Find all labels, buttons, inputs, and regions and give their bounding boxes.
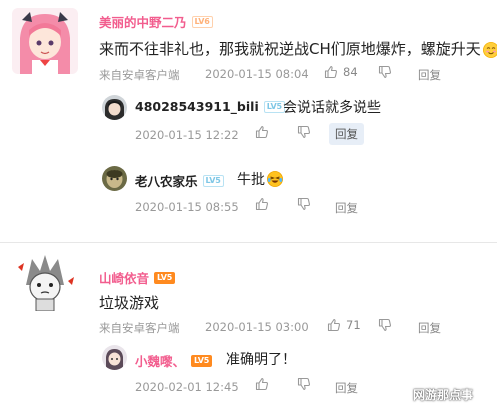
thumb-down-icon (297, 197, 310, 211)
reply-text: 会说话就多说些 (283, 100, 381, 116)
comment-datetime: 2020-01-15 08:04 (205, 67, 309, 81)
level-badge: LV6 (191, 15, 213, 28)
reply-username[interactable]: 48028543911_bili (135, 99, 259, 114)
dislike-button[interactable] (378, 318, 392, 335)
level-badge: LV5 (191, 354, 213, 367)
laugh-cry-emoji-icon (267, 171, 283, 187)
dislike-button[interactable] (297, 197, 311, 214)
comment-text: 来而不往非礼也，那我就祝逆战CH们原地爆炸，螺旋升天 (99, 38, 497, 59)
avatar[interactable] (12, 8, 78, 74)
smile-emoji-icon (482, 41, 497, 58)
reply-button[interactable]: 回复 (335, 200, 358, 216)
avatar[interactable] (12, 245, 78, 311)
thumb-up-icon (324, 65, 337, 79)
like-button[interactable] (255, 377, 269, 394)
avatar[interactable] (102, 166, 127, 191)
level-badge: LV5 (154, 271, 176, 284)
comment-source: 来自安卓客户端 (99, 68, 180, 82)
reply-button[interactable]: 回复 (418, 320, 441, 336)
thumb-down-icon (378, 318, 391, 332)
reply-datetime: 2020-02-01 12:45 (135, 380, 239, 394)
thumb-up-icon (255, 125, 268, 139)
avatar[interactable] (102, 95, 127, 120)
reply-button[interactable]: 回复 (335, 380, 358, 396)
comment-divider (0, 242, 497, 243)
reply-username[interactable]: 小魏嚟、 (135, 351, 185, 370)
reply-button[interactable]: 回复 (418, 67, 441, 83)
thumb-up-icon (255, 377, 268, 391)
like-button[interactable]: 71 (327, 318, 361, 332)
thumb-down-icon (297, 377, 310, 391)
like-button[interactable]: 84 (324, 65, 358, 79)
thumb-down-icon (378, 65, 391, 79)
comment-text-content: 来而不往非礼也，那我就祝逆战CH们原地爆炸，螺旋升天 (99, 40, 481, 58)
like-count: 71 (346, 318, 361, 332)
thumb-up-icon (255, 197, 268, 211)
comment-source: 来自安卓客户端 (99, 321, 180, 335)
reply-datetime: 2020-01-15 08:55 (135, 200, 239, 214)
comment-text: 垃圾游戏 (99, 294, 160, 312)
comment-datetime: 2020-01-15 03:00 (205, 320, 309, 334)
dislike-button[interactable] (297, 377, 311, 394)
like-count: 84 (343, 65, 358, 79)
dislike-button[interactable] (378, 65, 392, 82)
level-badge: LV5 (263, 100, 285, 113)
comment-username[interactable]: 山崎依音 (99, 268, 149, 287)
like-button[interactable] (255, 125, 269, 142)
reply-text: 准确明了！ (226, 352, 296, 368)
avatar[interactable] (102, 345, 127, 370)
dislike-button[interactable] (297, 125, 311, 142)
watermark: 网游那点事 (413, 388, 474, 402)
like-button[interactable] (255, 197, 269, 214)
comment-username[interactable]: 美丽的中野二乃 (99, 12, 187, 31)
reply-datetime: 2020-01-15 12:22 (135, 128, 239, 142)
reply-button[interactable]: 回复 (329, 123, 364, 145)
thumb-down-icon (297, 125, 310, 139)
reply-text: 牛批 (237, 169, 283, 189)
level-badge: LV5 (202, 174, 224, 187)
reply-username[interactable]: 老八农家乐 (135, 171, 198, 190)
reply-text-content: 牛批 (237, 172, 265, 188)
thumb-up-icon (327, 318, 340, 332)
